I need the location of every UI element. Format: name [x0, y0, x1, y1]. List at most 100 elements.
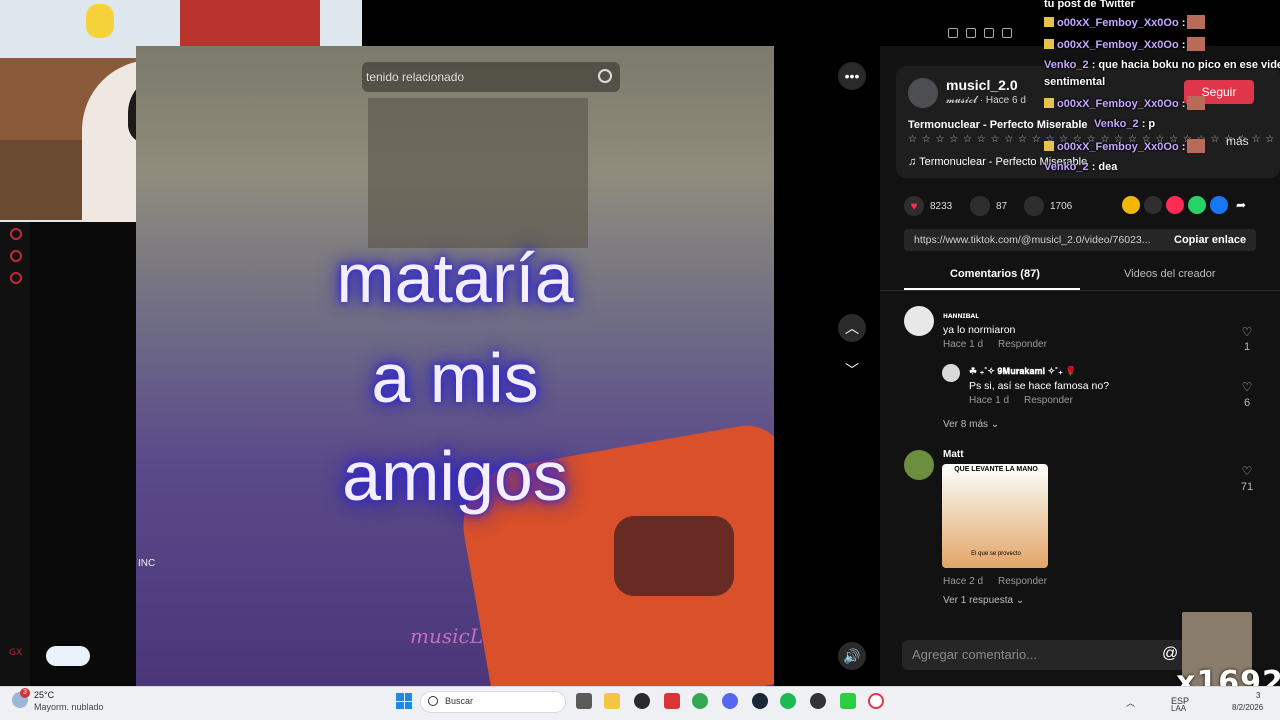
heart-icon[interactable]: ♡ — [1237, 380, 1257, 394]
repost-icon[interactable] — [1122, 196, 1140, 214]
app-icon[interactable] — [634, 693, 650, 709]
crop-icon[interactable] — [966, 28, 976, 38]
heart-icon[interactable]: ♡ — [1237, 464, 1257, 478]
app-icon[interactable] — [840, 693, 856, 709]
browser-toolbar-icons — [948, 28, 1012, 38]
comment-username[interactable]: Matt — [943, 449, 964, 460]
app-icon[interactable] — [810, 693, 826, 709]
whatsapp-icon[interactable] — [1188, 196, 1206, 214]
chat-text: : dea — [1091, 161, 1118, 173]
comment-username[interactable]: ☘ ₊˚✧ 𝟗𝐌𝐮𝐫𝐚𝐤𝐚𝐦𝐢 ✧˚₊ 🌹 — [969, 366, 1077, 377]
zoom-icon[interactable] — [948, 28, 958, 38]
comment-stat[interactable]: 87 — [970, 196, 1007, 216]
chat-username: o00xX_Femboy_Xx0Oo — [1057, 98, 1179, 110]
video-player[interactable]: mataría a mis amigos musicL INC — [136, 46, 774, 686]
video-background-building — [368, 98, 588, 248]
tab-comments[interactable]: Comentarios (87) — [950, 268, 1040, 280]
chrome-icon[interactable] — [692, 693, 708, 709]
extension-icon[interactable] — [984, 28, 994, 38]
chat-message: Venko_2 : dea — [1044, 161, 1117, 173]
facebook-icon[interactable] — [1210, 196, 1228, 214]
send-icon[interactable] — [1166, 196, 1184, 214]
task-view-icon[interactable] — [576, 693, 592, 709]
translate-icon[interactable] — [1002, 28, 1012, 38]
comment-count: 87 — [996, 200, 1008, 212]
more-link[interactable]: más — [1226, 134, 1249, 148]
like-stat[interactable]: ♥ 8233 — [904, 196, 952, 216]
chat-username: o00xX_Femboy_Xx0Oo — [1057, 141, 1179, 153]
copy-link-button[interactable]: Copiar enlace — [1174, 234, 1246, 246]
tab-creator-videos[interactable]: Videos del creador — [1124, 268, 1216, 280]
mention-icon[interactable]: @ — [1162, 645, 1178, 663]
chat-username: Venko_2 — [1094, 118, 1139, 130]
chat-text: : — [1181, 141, 1186, 153]
chat-text: : — [1181, 98, 1186, 110]
bookmark-icon[interactable] — [1024, 196, 1044, 216]
avatar[interactable] — [942, 364, 960, 382]
settings-icon[interactable] — [10, 272, 22, 284]
chat-message: o00xX_Femboy_Xx0Oo : — [1044, 139, 1206, 153]
steam-icon[interactable] — [752, 693, 768, 709]
comment-icon[interactable] — [970, 196, 990, 216]
taskbar-search[interactable] — [420, 691, 566, 713]
like-count: 8233 — [930, 200, 953, 212]
reply-button[interactable]: Responder — [998, 576, 1047, 587]
search-icon — [428, 696, 438, 706]
video-caption-line: a mis — [371, 339, 539, 417]
file-explorer-icon[interactable] — [604, 693, 620, 709]
author-name[interactable]: musicl_2.0 — [946, 77, 1018, 93]
webcam-plush — [86, 4, 114, 38]
view-more-replies[interactable]: Ver 1 respuesta ⌄ — [943, 595, 1024, 606]
related-search-bar[interactable]: tenido relacionado — [362, 62, 620, 92]
left-sidebar-strip: GX — [0, 222, 30, 686]
save-stat[interactable]: 1706 — [1024, 196, 1072, 216]
video-description: Termonuclear - Perfecto Miserable — [908, 119, 1088, 131]
chat-text: : — [1181, 17, 1186, 29]
opera-gx-icon[interactable] — [868, 693, 884, 709]
chat-text: : que hacia boku no pico en ese video — [1091, 59, 1280, 71]
tray-chevron-icon[interactable]: ︿ — [1126, 696, 1135, 709]
heart-icon[interactable]: ♡ — [1237, 325, 1257, 339]
avatar[interactable] — [904, 306, 934, 336]
chat-message: Venko_2 : p — [1094, 118, 1155, 130]
chat-username: Venko_2 — [1044, 161, 1089, 173]
search-icon[interactable] — [598, 69, 612, 83]
chat-message: o00xX_Femboy_Xx0Oo : — [1044, 96, 1206, 110]
comment-time: Hace 1 d — [943, 339, 984, 350]
chevron-up-icon[interactable]: ︿ — [838, 314, 866, 342]
chevron-down-icon[interactable]: ﹀ — [838, 356, 866, 384]
weather-temperature[interactable]: 25°C — [34, 690, 54, 700]
tab-divider — [880, 290, 1280, 291]
comment-username[interactable]: ʜᴀɴɴɪʙᴀʟ — [943, 311, 979, 320]
avatar[interactable] — [904, 450, 934, 480]
video-caption-line: mataría — [336, 239, 574, 317]
volume-icon[interactable]: 🔊 — [838, 642, 866, 670]
comment-placeholder: Agregar comentario... — [912, 647, 1038, 662]
bell-icon[interactable] — [10, 250, 22, 262]
chat-message: Venko_2 : que hacia boku no pico en ese … — [1044, 59, 1280, 71]
sticker-subcaption: El que se provecto — [971, 551, 1021, 557]
clock-time[interactable]: 3 — [1256, 691, 1260, 700]
video-url: https://www.tiktok.com/@musicl_2.0/video… — [914, 234, 1151, 246]
app-status-pill[interactable] — [46, 646, 90, 666]
chat-username: Venko_2 — [1044, 59, 1089, 71]
avatar[interactable] — [908, 78, 938, 108]
windows-start-icon[interactable] — [396, 693, 412, 709]
view-more-replies[interactable]: Ver 8 más ⌄ — [943, 419, 999, 430]
keyboard-layout[interactable]: LAA — [1171, 704, 1186, 713]
embed-icon[interactable] — [1144, 196, 1162, 214]
reply-button[interactable]: Responder — [998, 339, 1047, 350]
video-small-logo: INC — [138, 558, 156, 569]
spotify-icon[interactable] — [780, 693, 796, 709]
more-options-button[interactable]: ••• — [838, 62, 866, 90]
history-icon[interactable] — [10, 228, 22, 240]
share-arrow-icon[interactable]: ➦ — [1232, 196, 1250, 214]
discord-icon[interactable] — [722, 693, 738, 709]
taskbar-search-label: Buscar — [445, 696, 474, 706]
reply-button[interactable]: Responder — [1024, 395, 1073, 406]
app-icon[interactable] — [664, 693, 680, 709]
weather-description[interactable]: Mayorm. nublado — [34, 702, 104, 712]
clock-date[interactable]: 8/2/2026 — [1232, 703, 1263, 712]
chat-message: sentimental — [1044, 76, 1105, 88]
heart-icon[interactable]: ♥ — [904, 196, 924, 216]
